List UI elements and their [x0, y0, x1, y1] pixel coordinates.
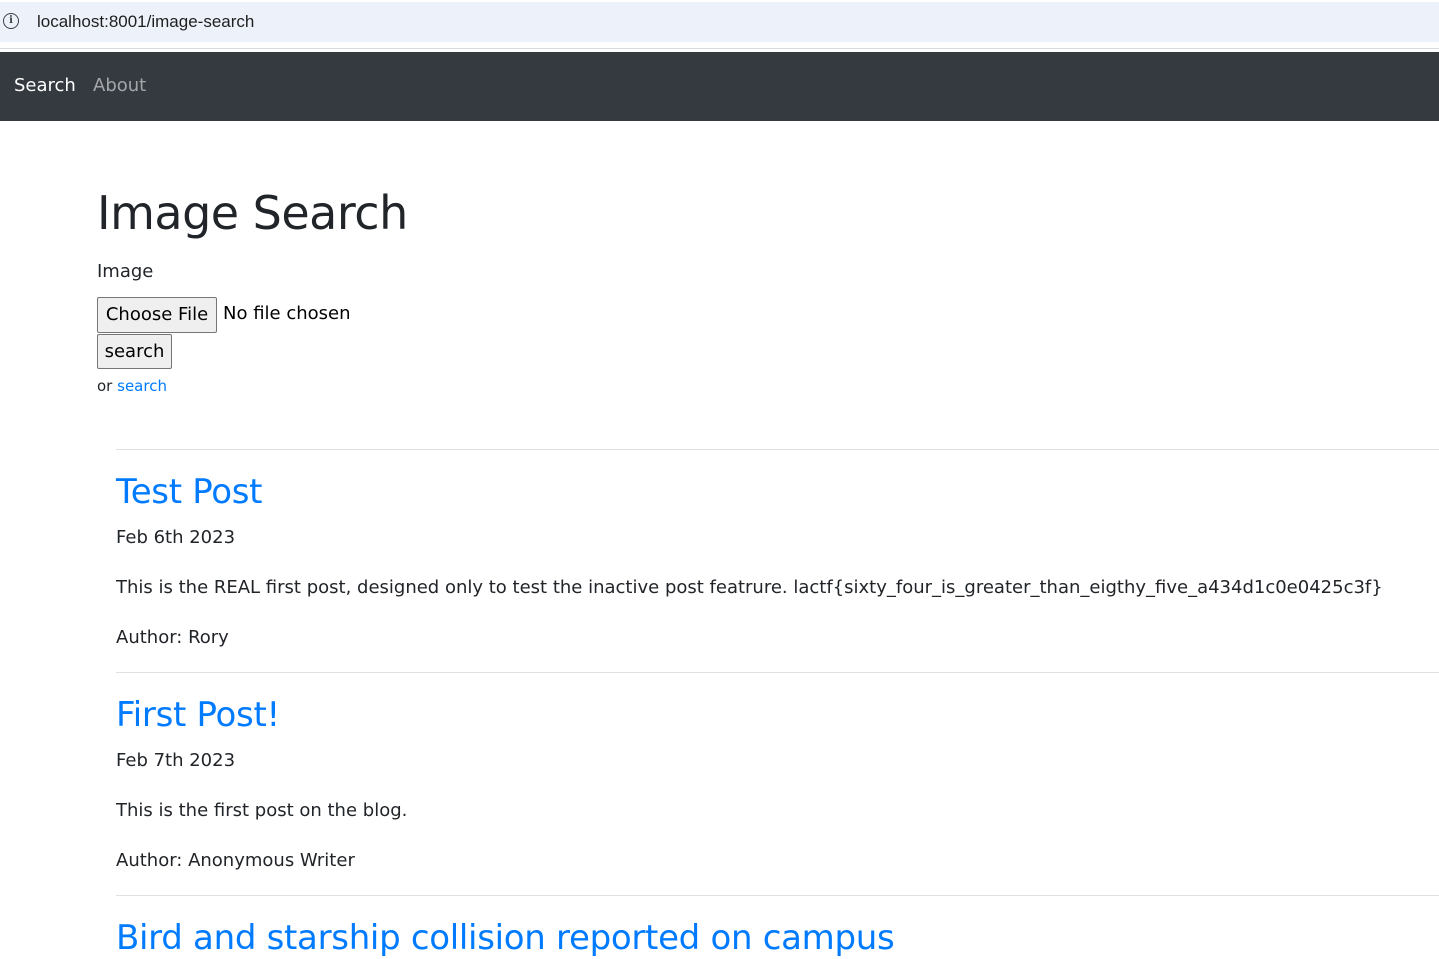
search-button[interactable]: search: [97, 334, 172, 369]
info-icon[interactable]: i: [3, 13, 19, 29]
post-date: Feb 6th 2023: [116, 527, 236, 548]
file-status-text: No file chosen: [223, 303, 351, 324]
post-body: This is the REAL first post, designed on…: [116, 577, 1383, 598]
post-date: Feb 7th 2023: [116, 750, 236, 771]
post-title-link[interactable]: First Post!: [116, 695, 280, 735]
navbar: Search About: [0, 52, 1439, 121]
alt-search-row: or search: [97, 377, 167, 395]
post-divider: [116, 895, 1439, 896]
post-divider: [116, 449, 1439, 450]
post-title-link[interactable]: Test Post: [116, 472, 263, 512]
search-link[interactable]: search: [117, 377, 167, 395]
page-title: Image Search: [97, 186, 408, 240]
or-text: or: [97, 377, 113, 395]
nav-link-search[interactable]: Search: [14, 75, 76, 96]
url-text[interactable]: localhost:8001/image-search: [37, 12, 254, 32]
url-field[interactable]: i localhost:8001/image-search: [0, 2, 1439, 42]
post-body: This is the first post on the blog.: [116, 800, 408, 821]
browser-address-bar: i localhost:8001/image-search: [0, 0, 1439, 49]
nav-link-about[interactable]: About: [93, 75, 146, 96]
post-divider: [116, 672, 1439, 673]
image-field-label: Image: [97, 261, 154, 282]
post-title-link[interactable]: Bird and starship collision reported on …: [116, 918, 895, 958]
choose-file-button[interactable]: Choose File: [97, 297, 217, 333]
post-author: Author: Rory: [116, 627, 229, 648]
post-author: Author: Anonymous Writer: [116, 850, 355, 871]
